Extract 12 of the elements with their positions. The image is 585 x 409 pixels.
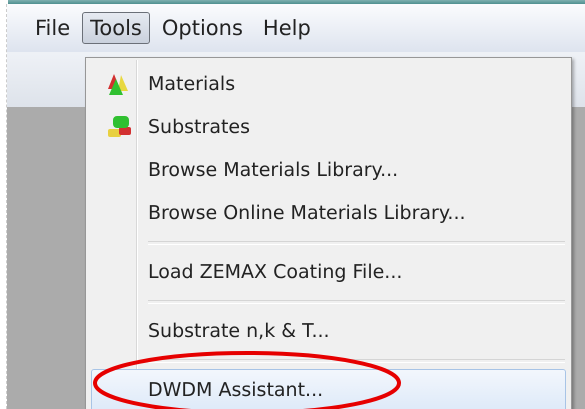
menu-title[interactable]: Help xyxy=(254,12,319,44)
menu-item[interactable]: Load ZEMAX Coating File... xyxy=(91,250,566,294)
menu-item[interactable]: Substrate n,k & T... xyxy=(91,310,566,353)
menu-title[interactable]: Options xyxy=(154,12,251,44)
menu-item[interactable]: DWDM Assistant... xyxy=(91,368,566,409)
blocks-icon xyxy=(106,114,134,140)
menu-item[interactable]: Browse Materials Library... xyxy=(91,148,566,192)
menu-item[interactable]: Materials xyxy=(91,62,566,106)
menu-title[interactable]: File xyxy=(27,12,78,44)
menu-item[interactable]: Browse Online Materials Library... xyxy=(91,192,566,235)
menu-title[interactable]: Tools xyxy=(82,12,150,44)
menu-item[interactable]: Substrates xyxy=(91,105,566,148)
